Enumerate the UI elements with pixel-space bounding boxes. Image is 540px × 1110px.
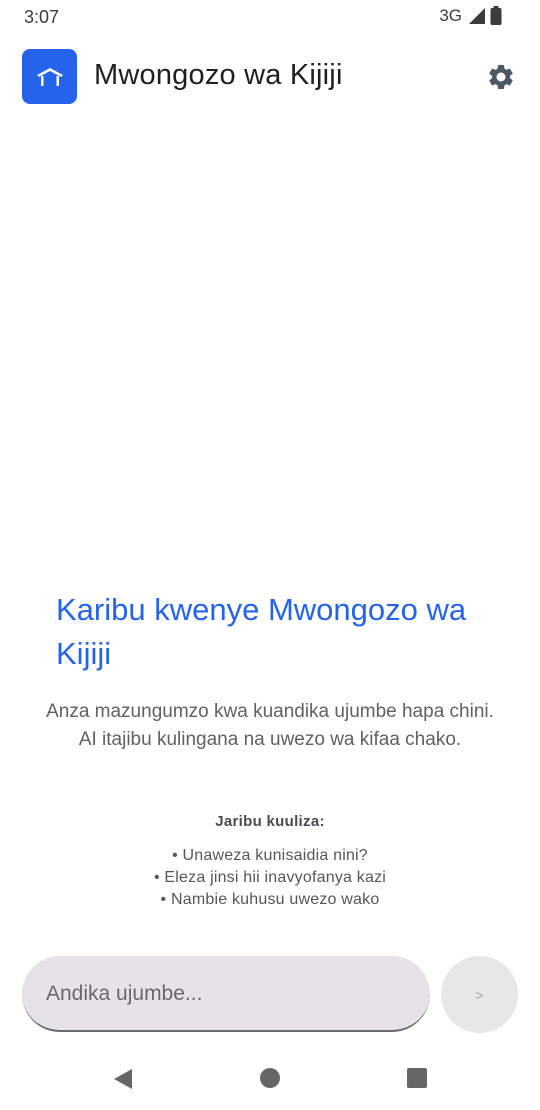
suggestion-item: • Eleza jinsi hii inavyofanya kazi (153, 869, 387, 886)
network-type-label: 3G (439, 6, 462, 25)
status-icons: 3G (439, 6, 502, 26)
app-logo (22, 49, 77, 104)
home-icon[interactable] (260, 1068, 280, 1088)
suggestion-item: • Nambie kuhusu uwezo wako (160, 891, 380, 908)
welcome-title: Karibu kwenye Mwongozo wa Kijiji (56, 592, 467, 671)
signal-icon (469, 8, 485, 24)
gear-icon (489, 64, 513, 89)
status-bar: 3:07 3G (0, 0, 540, 34)
status-time: 3:07 (24, 7, 60, 27)
send-button[interactable]: > (441, 956, 518, 1033)
suggestion-item: • Unaweza kunisaidia nini? (172, 847, 368, 864)
battery-icon (490, 6, 502, 25)
recents-icon[interactable] (407, 1068, 427, 1088)
suggestions-list: • Unaweza kunisaidia nini? • Eleza jinsi… (0, 845, 540, 911)
message-input-container (22, 956, 430, 1032)
system-nav-bar (0, 1050, 540, 1110)
village-home-icon (36, 67, 63, 86)
message-input[interactable] (44, 956, 408, 1032)
welcome-description: Anza mazungumzo kwa kuandika ujumbe hapa… (46, 701, 494, 750)
back-icon[interactable] (112, 1067, 134, 1091)
settings-button[interactable] (484, 60, 518, 94)
send-icon: > (475, 986, 484, 1003)
app-title: Mwongozo wa Kijiji (94, 59, 343, 91)
app-bar: Mwongozo wa Kijiji (0, 44, 540, 110)
suggestions-heading: Jaribu kuuliza: (215, 813, 325, 830)
